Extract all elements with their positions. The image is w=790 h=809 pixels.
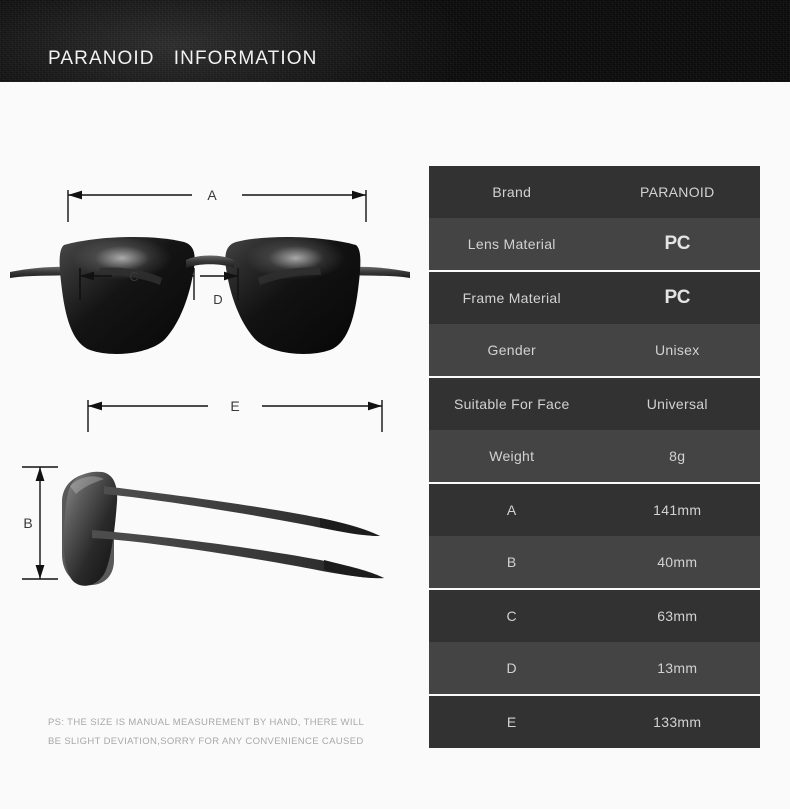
spec-group: E 133mm	[429, 696, 760, 748]
spec-group: Brand PARANOID Lens Material PC	[429, 166, 760, 270]
sunglasses-side-view-diagram: E B	[22, 398, 384, 586]
spec-key: Frame Material	[462, 290, 561, 306]
table-row: E 133mm	[429, 696, 760, 748]
spec-value: Universal	[646, 396, 708, 412]
table-row: Gender Unisex	[429, 324, 760, 376]
sunglasses-front-view-diagram: A C D	[10, 187, 410, 354]
spec-value: 141mm	[653, 502, 702, 518]
spec-value: 13mm	[657, 660, 698, 676]
table-row: Lens Material PC	[429, 218, 760, 270]
lens-right	[225, 236, 361, 354]
product-diagram-panel: A C D E B PS: THE SIZE IS MANUAL MEASURE…	[0, 82, 420, 809]
spec-value: 8g	[669, 448, 686, 464]
spec-value: Unisex	[654, 342, 700, 358]
table-row: C 63mm	[429, 590, 760, 642]
spec-key: B	[506, 554, 517, 570]
spec-group: Frame Material PC Gender Unisex	[429, 272, 760, 376]
spec-key: C	[506, 608, 517, 624]
spec-group: C 63mm D 13mm	[429, 590, 760, 694]
table-row: D 13mm	[429, 642, 760, 694]
spec-key: D	[506, 660, 517, 676]
specification-table: Brand PARANOID Lens Material PC Frame Ma…	[429, 166, 760, 748]
spec-value: 63mm	[657, 608, 698, 624]
dimension-label-d: D	[213, 292, 222, 307]
spec-key: Lens Material	[467, 236, 556, 252]
spec-value: 40mm	[657, 554, 698, 570]
side-temple-arms	[92, 486, 384, 579]
table-row: Frame Material PC	[429, 272, 760, 324]
header-banner: PARANOID INFORMATION	[0, 0, 790, 82]
dimension-line-a	[67, 190, 367, 222]
spec-value: PARANOID	[640, 184, 715, 200]
table-row: Suitable For Face Universal	[429, 378, 760, 430]
dimension-label-b: B	[23, 515, 32, 531]
page-title: PARANOID INFORMATION	[48, 48, 318, 69]
table-row: Weight 8g	[429, 430, 760, 482]
table-row: Brand PARANOID	[429, 166, 760, 218]
spec-key: Suitable For Face	[453, 396, 570, 412]
dimension-label-e: E	[230, 398, 239, 414]
spec-value: PC	[664, 287, 691, 308]
measurement-disclaimer: PS: THE SIZE IS MANUAL MEASUREMENT BY HA…	[48, 717, 365, 747]
spec-group: A 141mm B 40mm	[429, 484, 760, 588]
spec-key: E	[506, 714, 517, 730]
spec-value: PC	[664, 233, 691, 254]
table-row: B 40mm	[429, 536, 760, 588]
dimension-label-c: C	[129, 269, 138, 284]
spec-key: Gender	[487, 342, 536, 358]
spec-key: Weight	[489, 448, 535, 464]
table-row: A 141mm	[429, 484, 760, 536]
spec-key: Brand	[492, 184, 532, 200]
spec-group: Suitable For Face Universal Weight 8g	[429, 378, 760, 482]
dimension-label-a: A	[207, 187, 217, 203]
spec-key: A	[506, 502, 517, 518]
spec-value: 133mm	[653, 714, 702, 730]
